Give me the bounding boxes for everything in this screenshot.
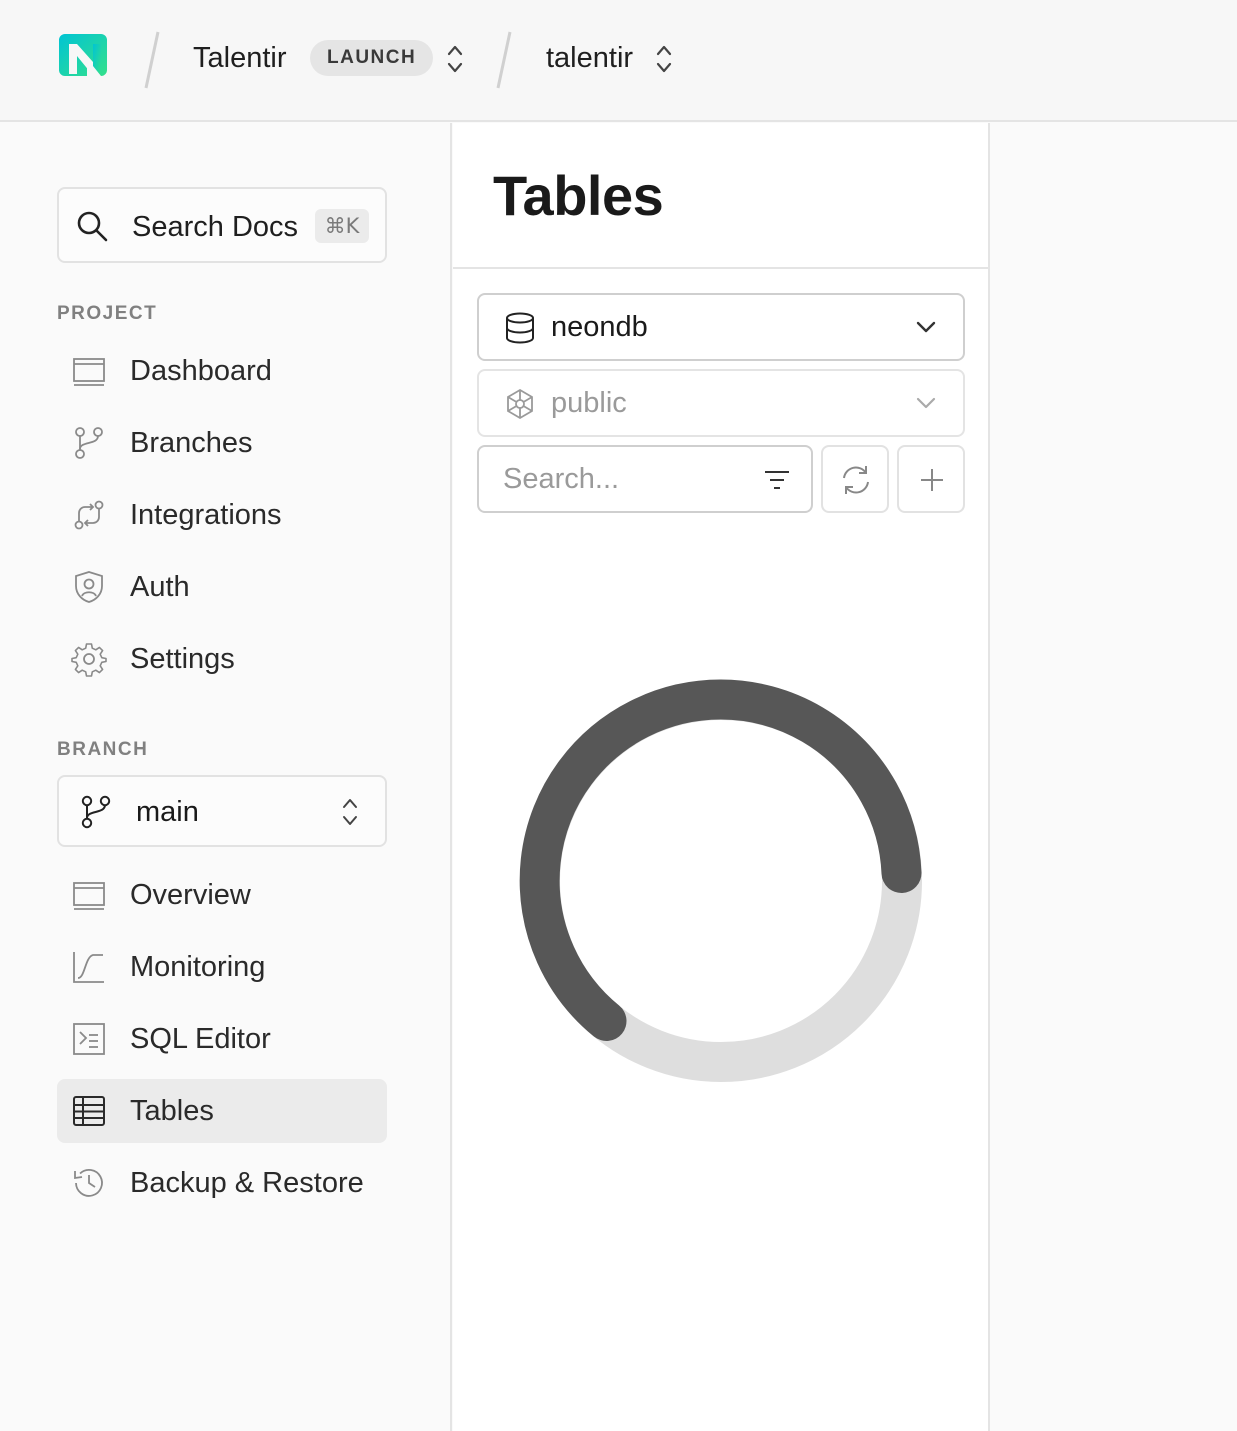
sidebar-item-label: SQL Editor [130, 1023, 271, 1055]
breadcrumb-separator [494, 30, 514, 90]
sidebar-item-label: Backup & Restore [130, 1167, 364, 1199]
sidebar-item-label: Monitoring [130, 951, 266, 983]
sidebar-item-settings[interactable]: Settings [57, 627, 387, 691]
chevron-updown-icon [341, 795, 359, 829]
add-table-button[interactable] [897, 445, 965, 513]
org-switcher-chevron-icon[interactable] [446, 42, 464, 76]
database-select-value: neondb [551, 311, 648, 343]
search-docs-button[interactable]: Search Docs ⌘K [57, 187, 387, 263]
sidebar-item-backup-restore[interactable]: Backup & Restore [57, 1151, 387, 1215]
auth-shield-icon [71, 569, 107, 605]
database-select[interactable]: neondb [477, 293, 965, 361]
search-icon [75, 209, 109, 243]
integrations-icon [71, 497, 107, 533]
sidebar-item-integrations[interactable]: Integrations [57, 483, 387, 547]
top-header: Talentir LAUNCH talentir [0, 0, 1237, 122]
search-docs-label: Search Docs [132, 211, 299, 243]
schema-select-value: public [551, 387, 627, 419]
sidebar-item-sql-editor[interactable]: SQL Editor [57, 1007, 387, 1071]
loading-spinner-arc [519, 679, 922, 1041]
sidebar-item-label: Tables [130, 1095, 214, 1127]
org-name[interactable]: Talentir [193, 40, 287, 76]
schema-select[interactable]: public [477, 369, 965, 437]
branch-selector[interactable]: main [57, 775, 387, 847]
project-section-title: PROJECT [57, 303, 158, 324]
sidebar-item-monitoring[interactable]: Monitoring [57, 935, 387, 999]
overview-icon [71, 877, 107, 913]
database-icon [503, 311, 537, 345]
refresh-icon [843, 466, 869, 494]
breadcrumb-separator [142, 30, 162, 90]
refresh-button[interactable] [821, 445, 889, 513]
project-name[interactable]: talentir [546, 40, 633, 76]
sidebar-item-auth[interactable]: Auth [57, 555, 387, 619]
project-switcher-chevron-icon[interactable] [655, 42, 673, 76]
table-search-field[interactable] [477, 445, 813, 513]
divider [453, 267, 988, 269]
sidebar-item-label: Auth [130, 571, 190, 603]
sidebar-item-overview[interactable]: Overview [57, 863, 387, 927]
table-search-input[interactable] [481, 449, 751, 509]
branch-icon [79, 794, 113, 830]
page-title: Tables [493, 164, 664, 227]
chevron-down-icon [915, 391, 937, 415]
loading-spinner [519, 679, 923, 1083]
sidebar-item-label: Branches [130, 427, 253, 459]
table-icon [71, 1093, 107, 1129]
sql-editor-icon [71, 1021, 107, 1057]
filter-icon[interactable] [763, 467, 791, 493]
plan-badge: LAUNCH [310, 40, 434, 76]
sidebar-item-label: Settings [130, 643, 235, 675]
branch-selector-value: main [136, 796, 199, 828]
branch-section-title: BRANCH [57, 739, 149, 760]
dashboard-icon [71, 353, 107, 389]
sidebar-item-dashboard[interactable]: Dashboard [57, 339, 387, 403]
schema-icon [503, 387, 537, 421]
sidebar-item-branches[interactable]: Branches [57, 411, 387, 475]
gear-icon [71, 641, 107, 677]
sidebar-item-tables[interactable]: Tables [57, 1079, 387, 1143]
plus-icon [921, 469, 943, 491]
sidebar: Search Docs ⌘K PROJECT Dashboard Branche… [0, 123, 452, 1431]
sidebar-item-label: Overview [130, 879, 251, 911]
branches-icon [71, 425, 107, 461]
sidebar-item-label: Dashboard [130, 355, 272, 387]
monitoring-icon [71, 949, 107, 985]
chevron-down-icon [915, 315, 937, 339]
tables-panel: Tables neondb public [453, 123, 990, 1431]
keyboard-shortcut-badge: ⌘K [315, 209, 369, 243]
neon-logo-icon[interactable] [57, 32, 109, 84]
sidebar-item-label: Integrations [130, 499, 282, 531]
history-icon [71, 1165, 107, 1201]
